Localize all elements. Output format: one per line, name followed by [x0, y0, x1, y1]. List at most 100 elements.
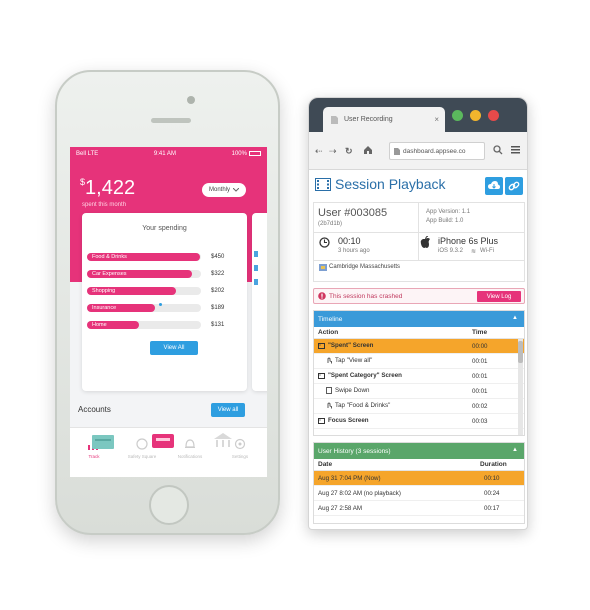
battery-indicator: 100% [232, 151, 261, 161]
history-header[interactable]: User History (3 sessions) ▲ [314, 443, 524, 459]
spending-row[interactable]: Insurance $189 [87, 304, 237, 312]
clock-label: 9:41 AM [153, 151, 176, 157]
history-row[interactable]: Aug 27 2:58 AM 00:17 [314, 501, 524, 516]
view-all-button[interactable]: View All [150, 341, 198, 355]
close-window-button[interactable] [488, 110, 499, 121]
card-icon [92, 435, 114, 449]
url-text: dashboard.appsee.co [403, 147, 466, 155]
history-date: Aug 27 8:02 AM (no playback) [318, 490, 401, 497]
stage: Bell LTE 9:41 AM 100% $1,422 spent this … [0, 0, 590, 610]
minimize-button[interactable] [470, 110, 481, 121]
view-log-button[interactable]: View Log [477, 291, 521, 302]
balance-amount: $1,422 [80, 177, 135, 200]
timeline-row[interactable]: "Spent Category" Screen 00:01 [314, 369, 524, 384]
spending-amount: $202 [211, 288, 225, 294]
title-bar: User Recording × [309, 98, 527, 132]
spending-label: Home [92, 322, 107, 328]
device-model: iPhone 6s Plus [438, 236, 499, 246]
close-icon[interactable]: × [434, 115, 439, 124]
chevron-down-icon [233, 188, 239, 192]
timeline-time: 00:01 [472, 373, 488, 380]
timeline-action: Tap "View all" [335, 357, 373, 364]
map-icon [319, 264, 327, 271]
spending-row[interactable]: Food & Drinks $450 [87, 253, 237, 261]
browser-tab[interactable]: User Recording × [323, 107, 445, 132]
peek-bar [254, 251, 258, 257]
tab-notifications[interactable]: Notifications [170, 438, 210, 459]
spending-label: Insurance [92, 305, 117, 311]
spending-label: Shopping [92, 288, 116, 294]
status-bar: Bell LTE 9:41 AM 100% [76, 151, 261, 161]
history-rows: Aug 31 7:04 PM (Now) 00:10 Aug 27 8:02 AM … [314, 471, 524, 516]
page-title: Session Playback [315, 176, 446, 192]
cloud-download-icon [488, 181, 500, 189]
history-date: Aug 27 2:58 AM [318, 505, 363, 512]
tab-label: Track [88, 454, 100, 459]
os-version: iOS 9.3.2 [438, 248, 464, 254]
spending-amount: $189 [211, 305, 225, 311]
reload-icon[interactable]: ↻ [345, 146, 353, 157]
timeline-panel: Timeline ▲ Action Time "Spent" Screen 00:… [313, 310, 525, 436]
info-divider [314, 232, 524, 233]
film-icon [315, 177, 331, 191]
timeline-row[interactable]: Tap "Food & Drinks" 00:02 [314, 399, 524, 414]
timeline-row[interactable]: "Spent" Screen 00:00 [314, 339, 524, 354]
crash-message: This session has crashed [329, 292, 403, 300]
home-button[interactable] [149, 485, 189, 525]
history-row[interactable]: Aug 31 7:04 PM (Now) 00:10 [314, 471, 524, 486]
history-duration: 00:17 [484, 505, 500, 512]
battery-icon [248, 151, 261, 156]
spending-amount: $131 [211, 322, 225, 328]
session-duration: 00:10 [338, 236, 361, 246]
url-bar[interactable]: dashboard.appsee.co [389, 142, 485, 160]
timeline-header[interactable]: Timeline ▲ [314, 311, 524, 327]
info-divider [314, 260, 524, 261]
timeline-action: Swipe Down [335, 387, 370, 394]
user-hash: (2b7d1b) [318, 221, 343, 227]
search-icon[interactable] [493, 145, 503, 155]
history-column-headers: Date Duration [314, 459, 524, 471]
network-type: Wi-Fi [480, 248, 494, 254]
share-link-button[interactable] [505, 177, 523, 195]
app-version: App Version: 1.1 [426, 209, 471, 215]
history-row[interactable]: Aug 27 8:02 AM (no playback) 00:24 [314, 486, 524, 501]
spending-row[interactable]: Shopping $202 [87, 287, 237, 295]
balance-value: 1,422 [85, 177, 136, 199]
bank-icon [214, 433, 232, 447]
forward-icon[interactable]: ⇢ [329, 146, 337, 157]
tap-icon [327, 402, 332, 409]
timeline-row[interactable]: Focus Screen 00:03 [314, 414, 524, 429]
scroll-thumb[interactable] [518, 341, 523, 363]
home-icon[interactable] [363, 145, 373, 155]
timeline-time: 00:03 [472, 418, 488, 425]
tab-label: Notifications [177, 454, 203, 459]
spending-row[interactable]: Home $131 [87, 321, 237, 329]
wifi-icon: ≋ [471, 249, 477, 255]
maximize-button[interactable] [452, 110, 463, 121]
page-content: Session Playback User #003085 (2b7d1b) A… [309, 170, 527, 529]
cloud-download-button[interactable] [485, 177, 503, 195]
timeline-action: Focus Screen [328, 417, 369, 424]
period-dropdown[interactable]: Monthly [202, 183, 246, 197]
timeline-row[interactable]: Tap "View all" 00:01 [314, 354, 524, 369]
menu-icon[interactable] [511, 146, 520, 154]
spending-amount: $322 [211, 271, 225, 277]
clock-icon [319, 237, 330, 248]
spending-row[interactable]: Car Expenses $322 [87, 270, 237, 278]
battery-label: 100% [231, 151, 247, 158]
collapse-icon[interactable]: ▲ [512, 315, 518, 321]
apple-icon [420, 236, 430, 248]
timeline-time: 00:00 [472, 343, 488, 350]
screen-icon [318, 417, 325, 424]
tab-label: Safety Square [127, 454, 157, 459]
accounts-view-all-button[interactable]: View all [211, 403, 245, 417]
camera-icon [187, 96, 195, 104]
collapse-icon[interactable]: ▲ [512, 447, 518, 453]
timeline-scrollbar[interactable] [518, 339, 523, 435]
phone-screen: Bell LTE 9:41 AM 100% $1,422 spent this … [70, 147, 267, 477]
history-duration: 00:10 [484, 475, 500, 482]
spending-label: Car Expenses [92, 271, 127, 277]
timeline-row[interactable]: Swipe Down 00:01 [314, 384, 524, 399]
back-icon[interactable]: ⇠ [315, 146, 323, 157]
history-title: User History (3 sessions) [318, 447, 391, 455]
